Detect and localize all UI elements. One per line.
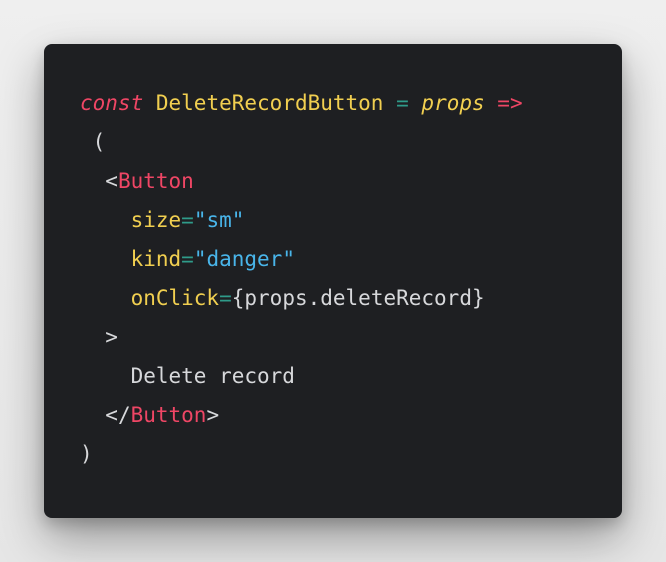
- attribute-equals: =: [181, 208, 194, 232]
- attribute-equals: =: [219, 286, 232, 310]
- code-line-5: kind="danger": [80, 240, 523, 279]
- button-text-content: Delete record: [130, 364, 295, 388]
- code-line-7: >: [80, 318, 523, 357]
- jsx-close-bracket: >: [105, 325, 118, 349]
- code-line-8: Delete record: [80, 357, 523, 396]
- attribute-size: size: [130, 208, 182, 232]
- attribute-kind: kind: [130, 247, 182, 271]
- open-paren: (: [92, 130, 106, 154]
- close-paren: ): [80, 442, 93, 466]
- attribute-kind-value: "danger": [193, 247, 295, 271]
- jsx-closing-open: </: [105, 403, 131, 427]
- code-window: const DeleteRecordButton = props => ( <B…: [44, 44, 622, 518]
- jsx-closing-end: >: [206, 403, 220, 427]
- arrow-operator: =>: [497, 91, 523, 115]
- assignment-operator: =: [396, 91, 409, 115]
- code-line-9: </Button>: [80, 396, 523, 435]
- code-line-6: onClick={props.deleteRecord}: [80, 279, 523, 318]
- code-line-3: <Button: [80, 162, 523, 201]
- code-line-1: const DeleteRecordButton = props =>: [80, 84, 523, 123]
- attribute-onclick-expression: {props.deleteRecord}: [231, 286, 485, 310]
- code-block: const DeleteRecordButton = props => ( <B…: [80, 84, 523, 474]
- page-stage: const DeleteRecordButton = props => ( <B…: [0, 0, 666, 562]
- keyword-const: const: [80, 91, 144, 115]
- attribute-onclick: onClick: [130, 286, 220, 310]
- props-parameter: props: [421, 91, 485, 115]
- jsx-closing-tag-button: Button: [130, 403, 207, 427]
- component-name: DeleteRecordButton: [155, 91, 384, 115]
- jsx-tag-button: Button: [117, 169, 194, 193]
- code-line-2: (: [80, 123, 523, 162]
- jsx-open-bracket: <: [105, 169, 118, 193]
- code-line-4: size="sm": [80, 201, 523, 240]
- code-line-10: ): [80, 435, 523, 474]
- attribute-equals: =: [181, 247, 194, 271]
- attribute-size-value: "sm": [193, 208, 245, 232]
